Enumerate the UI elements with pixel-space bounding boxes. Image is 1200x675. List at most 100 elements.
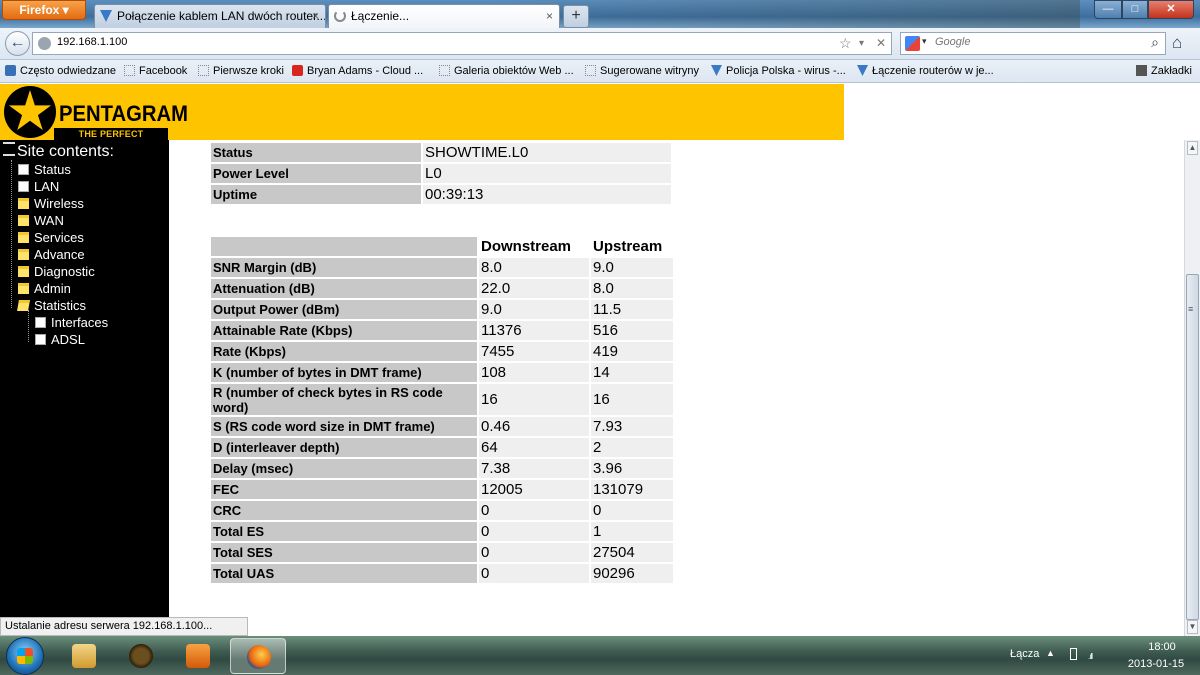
row-label: D (interleaver depth) [211,438,477,457]
upstream-value: 0 [591,501,673,520]
home-icon[interactable]: ⌂ [1172,33,1182,53]
url-bar[interactable]: ☆ ▾ ✕ [32,32,892,55]
tab-title: Połączenie kablem LAN dwóch router... [117,9,326,23]
scroll-down-icon[interactable]: ▼ [1187,620,1198,634]
taskbar-media-player[interactable] [170,638,226,674]
scroll-up-icon[interactable]: ▲ [1187,141,1198,155]
table-row: Total ES 0 1 [211,522,673,541]
tab-loading[interactable]: Łączenie... × [328,4,560,28]
table-row: Total UAS 0 90296 [211,564,673,583]
globe-icon [38,37,51,50]
bookmark-item[interactable]: Pierwsze kroki [198,65,284,77]
table-row: Power Level L0 [211,164,671,183]
bookmark-item[interactable]: Facebook [124,65,187,77]
sidebar-item-statistics[interactable]: Statistics [17,298,86,315]
taskbar-explorer[interactable] [56,638,112,674]
downstream-value: 0 [479,564,589,583]
search-bar[interactable]: ▾ ⌕ [900,32,1166,55]
google-icon[interactable] [905,36,920,51]
bookmark-item[interactable]: Często odwiedzane [5,65,116,77]
pentagram-favicon-icon [100,10,112,22]
history-dropdown-icon[interactable]: ▾ [859,38,864,49]
site-contents-sidebar: Site contents: Status LAN Wireless WAN S… [0,140,169,636]
sidebar-item-diagnostic[interactable]: Diagnostic [18,264,95,281]
row-label: Uptime [211,185,421,204]
window-titlebar: Firefox ▾ Połączenie kablem LAN dwóch ro… [0,0,1200,28]
bookmark-item[interactable]: Łączenie routerów w je... [857,65,994,77]
tray-expand-icon[interactable]: ▲ [1046,648,1055,658]
table-row: S (RS code word size in DMT frame) 0.46 7.… [211,417,673,436]
bookmark-star-icon[interactable]: ☆ [839,35,852,52]
scrollbar-grip-icon: ≡ [1188,304,1194,314]
sidebar-item-advance[interactable]: Advance [18,247,85,264]
bookmark-label: Facebook [139,65,188,77]
start-button[interactable] [6,637,44,675]
adsl-table-body: SNR Margin (dB) 8.0 9.0 Attenuation (dB) 22.… [211,258,673,583]
table-row: D (interleaver depth) 64 2 [211,438,673,457]
url-input[interactable] [55,35,759,49]
sidebar-item-lan[interactable]: LAN [18,179,59,196]
sidebar-item-admin[interactable]: Admin [18,281,71,298]
clock-date[interactable]: 2013-01-15 [1120,658,1192,670]
search-icon[interactable]: ⌕ [1151,34,1159,51]
sidebar-item-services[interactable]: Services [18,230,84,247]
row-label: Attenuation (dB) [211,279,477,298]
battery-icon[interactable] [1070,648,1077,660]
rss-icon [5,65,16,76]
search-input[interactable] [933,35,1137,49]
maximize-button[interactable]: □ [1122,0,1148,19]
scrollbar-thumb[interactable] [1186,274,1199,620]
taskbar-monkey-app[interactable] [113,638,169,674]
clock-time[interactable]: 18:00 [1132,641,1192,653]
pentagram-logo[interactable]: PENTAGRAM THE PERFECT SIMPLICITY [4,86,188,151]
bookmark-item[interactable]: Galeria obiektów Web ... [439,65,574,77]
navigation-toolbar: ← ☆ ▾ ✕ ▾ ⌕ ⌂ [0,28,1200,60]
bookmark-item[interactable]: Policja Polska - wirus -... [711,65,846,77]
bookmark-item[interactable]: Bryan Adams - Cloud ... [292,65,423,77]
firefox-icon [247,645,271,669]
stop-icon[interactable]: ✕ [876,36,886,50]
firefox-menu-label: Firefox [19,3,60,17]
search-engine-dropdown-icon[interactable]: ▾ [922,36,927,47]
upstream-value: 27504 [591,543,673,562]
downstream-value: 7455 [479,342,589,361]
row-label: Rate (Kbps) [211,342,477,361]
page-icon [585,65,596,76]
bookmarks-menu-label: Zakładki [1151,65,1192,77]
bookmark-label: Galeria obiektów Web ... [454,65,574,77]
page-icon [439,65,450,76]
bookmark-label: Policja Polska - wirus -... [726,65,846,77]
folder-icon [18,198,29,209]
table-row: Attainable Rate (Kbps) 11376 516 [211,321,673,340]
tab-close-icon[interactable]: × [546,5,553,27]
row-label: SNR Margin (dB) [211,258,477,277]
table-row: Rate (Kbps) 7455 419 [211,342,673,361]
taskbar-firefox[interactable] [230,638,286,674]
downstream-value: 0 [479,522,589,541]
minimize-button[interactable]: — [1094,0,1122,19]
sidebar-item-status[interactable]: Status [18,162,71,179]
upstream-value: 2 [591,438,673,457]
close-window-button[interactable]: ✕ [1148,0,1194,19]
back-button[interactable]: ← [5,31,30,56]
table-row: CRC 0 0 [211,501,673,520]
sidebar-item-interfaces[interactable]: Interfaces [35,315,108,332]
network-signal-icon[interactable]: .ıll [1088,652,1093,661]
firefox-menu-button[interactable]: Firefox ▾ [2,0,86,20]
bookmark-item[interactable]: Sugerowane witryny [585,65,699,77]
downstream-value: 9.0 [479,300,589,319]
bookmarks-menu[interactable]: Zakładki [1136,65,1192,77]
downstream-value: 11376 [479,321,589,340]
sidebar-item-wan[interactable]: WAN [18,213,64,230]
table-row: Status SHOWTIME.L0 [211,143,671,162]
upstream-value: 1 [591,522,673,541]
new-tab-button[interactable]: + [563,5,589,28]
tab-close-icon[interactable]: × [312,5,319,27]
tab-lan-connection[interactable]: Połączenie kablem LAN dwóch router... × [94,4,326,28]
sidebar-item-wireless[interactable]: Wireless [18,196,84,213]
vertical-scrollbar[interactable]: ▲ ≡ ▼ [1184,140,1200,636]
tray-language[interactable]: Łącza [1010,648,1039,660]
downstream-value: 8.0 [479,258,589,277]
sidebar-item-adsl[interactable]: ADSL [35,332,85,349]
row-label: K (number of bytes in DMT frame) [211,363,477,382]
